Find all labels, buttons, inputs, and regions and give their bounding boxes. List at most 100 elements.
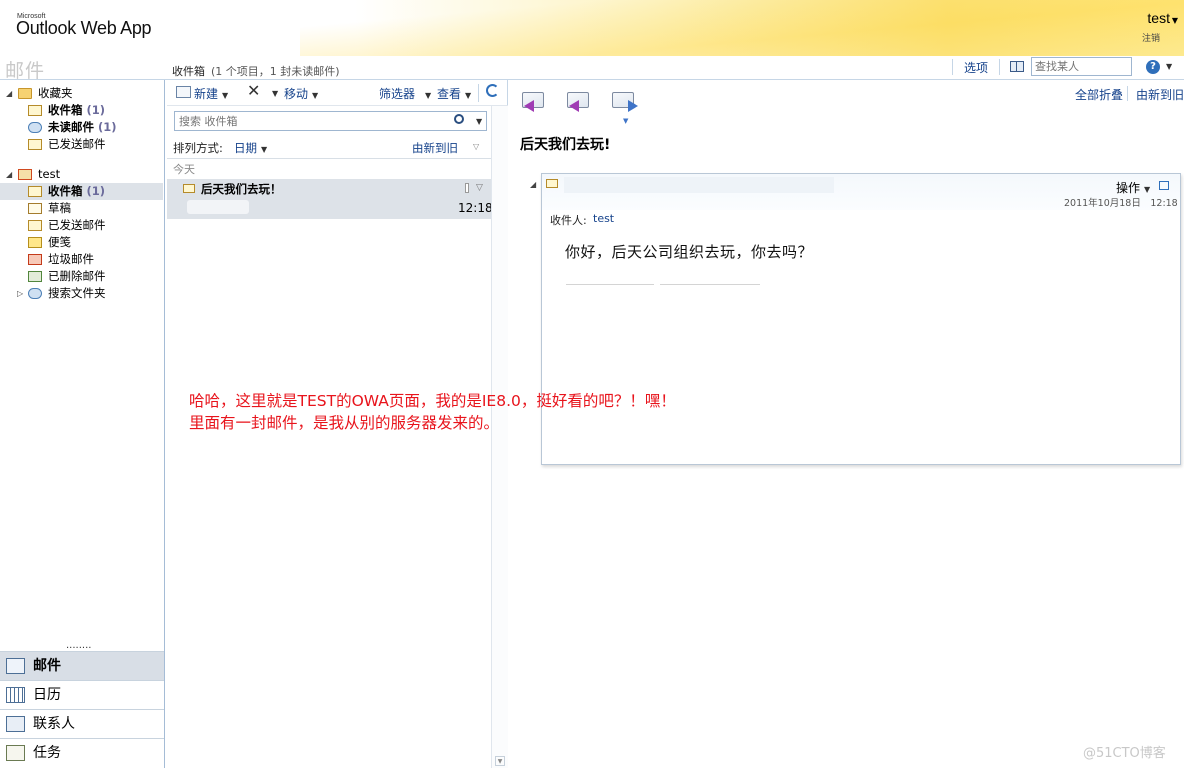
module-label: 邮件 [33,658,61,674]
divider [999,59,1000,75]
app-header: Microsoft Outlook Web App test ▼ 注销 [0,0,1184,56]
message-date: 2011年10月18日 12:18 [1064,198,1178,209]
expand-icon[interactable]: ▷ [17,285,23,302]
category-icon[interactable]: ▽ [476,183,483,193]
sidebar-item-search-folders[interactable]: ▷ 搜索文件夹 [0,285,163,302]
address-book-icon[interactable] [1010,61,1024,72]
unread-count: (1) [86,103,106,117]
chevron-down-icon[interactable]: ▼ [1144,185,1150,194]
sidebar-item-sent[interactable]: 已发送邮件 [0,217,163,234]
contacts-icon [6,716,25,732]
sort-field-dropdown[interactable]: 日期 ▼ [234,140,267,156]
reading-subject: 后天我们去玩! [520,137,611,153]
sent-items-icon [28,220,42,231]
module-calendar-button[interactable]: 日历 [0,680,164,709]
new-label: 新建 [194,87,219,101]
module-tasks-button[interactable]: 任务 [0,738,164,767]
chevron-down-icon[interactable]: ▼ [425,91,431,100]
move-button[interactable]: 移动 ▼ [284,85,318,102]
sidebar-item-fav-inbox[interactable]: 收件箱 (1) [0,102,163,119]
reply-button[interactable] [522,88,548,112]
message-time: 12:18 [458,201,493,215]
delete-caret[interactable]: ▼ [268,85,278,99]
popout-icon[interactable] [1159,181,1169,190]
list-toolbar: 新建 ▼ ✕ ▼ 移动 ▼ 筛选器 ▼ 查看 ▼ [167,80,508,106]
message-sender-redacted [187,200,249,214]
collapse-icon[interactable]: ◢ [530,180,536,189]
folder-count: (1 个项目，1 封未读邮件) [211,65,340,78]
annotation-text: 哈哈，这里就是TEST的OWA页面，我的是IE8.0，挺好看的吧？！嘿！ 里面有… [189,390,676,434]
list-scrollbar[interactable]: ▼ [491,106,508,768]
scroll-down-icon[interactable]: ▼ [495,756,505,766]
refresh-icon[interactable] [486,84,499,97]
new-button[interactable]: 新建 ▼ [194,85,228,102]
sidebar-item-label: 已发送邮件 [48,137,106,151]
reply-all-button[interactable] [567,88,593,112]
chevron-down-icon[interactable]: ▼ [465,91,471,100]
find-someone-input[interactable] [1031,57,1132,76]
sort-label: 排列方式: [173,141,223,155]
search-input[interactable] [174,111,487,131]
module-contacts-button[interactable]: 联系人 [0,709,164,738]
chevron-down-icon[interactable]: ▼ [623,117,628,125]
view-button[interactable]: 查看 ▼ [437,85,471,102]
mailbox-node[interactable]: ◢ test [0,166,163,183]
new-message-icon[interactable] [176,86,191,98]
favorites-node[interactable]: ◢ 收藏夹 [0,85,163,102]
chevron-down-icon[interactable]: ▼ [272,89,278,98]
search-icon[interactable] [454,114,464,124]
collapse-all-link[interactable]: 全部折叠 [1075,86,1123,103]
mail-icon [6,658,25,674]
to-recipient[interactable]: test [593,212,614,225]
sidebar-item-fav-unread[interactable]: 未读邮件 (1) [0,119,163,136]
chevron-down-icon[interactable]: ▼ [261,145,267,154]
folder-name: 收件箱 [172,65,205,78]
sidebar-item-label: 搜索文件夹 [48,286,106,300]
sidebar-item-fav-sent[interactable]: 已发送邮件 [0,136,163,153]
options-link[interactable]: 选项 [964,59,988,76]
flag-icon[interactable] [465,183,469,193]
divider [660,284,760,285]
message-body: 你好，后天公司组织去玩，你去吗？ [565,243,814,261]
sidebar-item-label: 收件箱 [48,103,83,117]
envelope-icon [546,179,558,188]
sidebar-item-inbox[interactable]: 收件箱 (1) [0,183,163,200]
chevron-down-icon[interactable]: ▼ [1172,16,1178,25]
watermark: @51CTO博客 [1083,746,1166,761]
sort-direction-icon[interactable]: ▽ [473,142,479,151]
sidebar-item-drafts[interactable]: 草稿 [0,200,163,217]
sidebar-item-label: 未读邮件 [48,120,94,134]
inbox-icon [28,186,42,197]
filter-button[interactable]: 筛选器 ▼ [379,85,431,102]
newest-first-link[interactable]: 由新到旧 [1136,86,1184,103]
chevron-down-icon[interactable]: ▼ [222,91,228,100]
app-logo: Outlook Web App [16,18,152,38]
sidebar-item-notes[interactable]: 便笺 [0,234,163,251]
sidebar-item-junk[interactable]: 垃圾邮件 [0,251,163,268]
sidebar-item-deleted[interactable]: 已删除邮件 [0,268,163,285]
search-folder-icon [28,122,42,133]
chevron-down-icon[interactable]: ▼ [476,117,482,126]
chevron-down-icon[interactable]: ▼ [312,91,318,100]
drafts-icon [28,203,42,214]
section-title: 邮件 [5,60,46,82]
chevron-down-icon[interactable]: ▼ [1166,62,1172,71]
forward-arrow-icon [628,100,638,112]
user-menu[interactable]: test [1147,10,1170,26]
pane-resize-handle[interactable]: ........ [66,640,91,651]
forward-button[interactable] [612,88,638,112]
actions-menu[interactable]: 操作 ▼ [1116,179,1150,196]
module-mail-button[interactable]: 邮件 [0,651,164,680]
help-icon[interactable]: ? [1146,60,1160,74]
collapse-icon[interactable]: ◢ [6,85,12,102]
delete-icon[interactable]: ✕ [247,81,260,100]
sidebar-item-label: 收件箱 [48,184,83,198]
collapse-icon[interactable]: ◢ [6,166,12,183]
sign-out-link[interactable]: 注销 [1142,31,1160,44]
sort-order-toggle[interactable]: 由新到旧 [412,140,458,156]
list-item[interactable]: 后天我们去玩！ ▽ 12:18 [167,179,493,219]
calendar-icon [6,687,25,703]
inbox-icon [28,105,42,116]
unread-count: (1) [86,184,106,198]
move-label: 移动 [284,87,309,101]
